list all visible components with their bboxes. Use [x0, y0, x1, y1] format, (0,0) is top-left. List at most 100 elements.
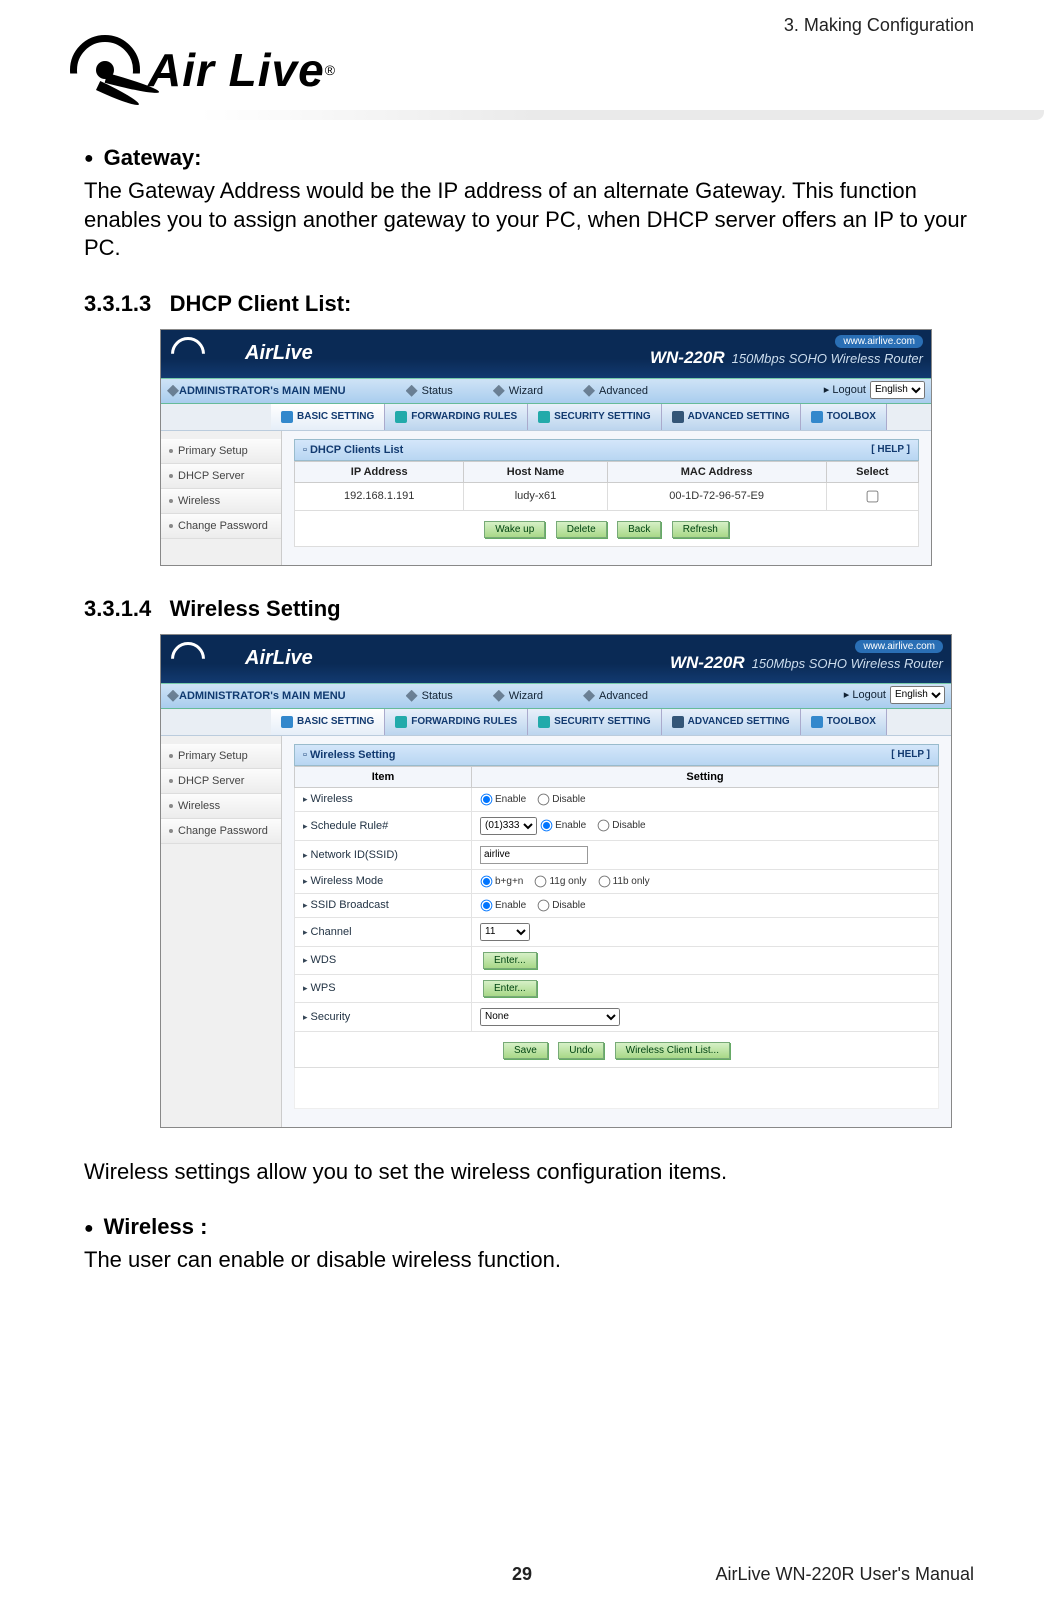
menu-wizard[interactable]: Wizard: [493, 690, 543, 702]
channel-select[interactable]: 11: [480, 923, 530, 941]
mode-11g-radio[interactable]: [535, 875, 547, 887]
bcast-disable-radio[interactable]: [538, 899, 550, 911]
tab-toolbox[interactable]: TOOLBOX: [801, 709, 887, 735]
menu-logout[interactable]: ▸ Logout: [844, 688, 886, 701]
wireless-screenshot: AirLive www.airlive.com WN-220R 150Mbps …: [160, 634, 952, 1128]
language-select[interactable]: English: [870, 381, 925, 399]
delete-button[interactable]: Delete: [556, 521, 607, 538]
security-select[interactable]: None: [480, 1008, 620, 1026]
mode-11b-radio[interactable]: [598, 875, 610, 887]
back-button[interactable]: Back: [617, 521, 661, 538]
sidebar-item-dhcp-server[interactable]: DHCP Server: [161, 464, 281, 489]
schedule-enable-option[interactable]: Enable: [540, 820, 586, 831]
tab-bar: BASIC SETTING FORWARDING RULES SECURITY …: [161, 404, 931, 431]
main-menu-bar: ADMINISTRATOR's MAIN MENU Status Wizard …: [161, 683, 951, 709]
main-menu-bar: ADMINISTRATOR's MAIN MENU Status Wizard …: [161, 378, 931, 404]
wps-enter-button[interactable]: Enter...: [483, 980, 537, 997]
toolbox-icon: [811, 716, 823, 728]
logo-arc-icon: [70, 35, 140, 105]
brand-logo: Air Live ®: [70, 35, 974, 105]
table-row: 192.168.1.191 ludy-x61 00-1D-72-96-57-E9: [295, 482, 919, 510]
ssid-input[interactable]: [480, 846, 588, 864]
bcast-disable-option[interactable]: Disable: [537, 900, 585, 911]
sidebar-item-dhcp-server[interactable]: DHCP Server: [161, 769, 281, 794]
registered-mark: ®: [325, 62, 335, 78]
help-link[interactable]: [ HELP ]: [871, 444, 910, 455]
refresh-button[interactable]: Refresh: [672, 521, 729, 538]
advsetting-icon: [672, 716, 684, 728]
wizard-icon: [493, 690, 505, 702]
language-select[interactable]: English: [890, 686, 945, 704]
tab-security-setting[interactable]: SECURITY SETTING: [528, 709, 662, 735]
menu-advanced[interactable]: Advanced: [583, 690, 648, 702]
save-button[interactable]: Save: [503, 1042, 548, 1059]
wireless-bullet-text: The user can enable or disable wireless …: [84, 1246, 974, 1275]
gateway-description: The Gateway Address would be the IP addr…: [84, 177, 974, 263]
menu-logout[interactable]: ▸ Logout: [824, 383, 866, 396]
cell-mac: 00-1D-72-96-57-E9: [607, 482, 826, 510]
menu-status[interactable]: Status: [406, 690, 453, 702]
schedule-disable-radio[interactable]: [598, 820, 610, 832]
tab-toolbox[interactable]: TOOLBOX: [801, 404, 887, 430]
row-channel-label: Channel: [295, 917, 472, 946]
brand-url: www.airlive.com: [835, 335, 923, 348]
col-host: Host Name: [464, 461, 607, 482]
schedule-rule-select[interactable]: (01)333: [480, 817, 537, 835]
menu-status[interactable]: Status: [406, 385, 453, 397]
gateway-heading: Gateway:: [84, 145, 974, 171]
bcast-enable-radio[interactable]: [481, 899, 493, 911]
tab-forwarding-rules[interactable]: FORWARDING RULES: [385, 404, 528, 430]
mode-11g-option[interactable]: 11g only: [534, 876, 586, 887]
wireless-client-list-button[interactable]: Wireless Client List...: [615, 1042, 730, 1059]
tab-forwarding-rules[interactable]: FORWARDING RULES: [385, 709, 528, 735]
status-icon: [406, 690, 418, 702]
main-menu-title: ADMINISTRATOR's MAIN MENU: [179, 690, 346, 702]
mode-bgn-radio[interactable]: [481, 875, 493, 887]
sidebar-item-primary-setup[interactable]: Primary Setup: [161, 744, 281, 769]
dhcp-screenshot: AirLive www.airlive.com WN-220R 150Mbps …: [160, 329, 932, 566]
schedule-enable-radio[interactable]: [541, 820, 553, 832]
row-select-checkbox[interactable]: [867, 490, 879, 502]
security-icon: [538, 411, 550, 423]
section-dhcp-heading: 3.3.1.3 DHCP Client List:: [84, 291, 974, 317]
mode-11b-option[interactable]: 11b only: [598, 876, 650, 887]
wireless-disable-radio[interactable]: [538, 793, 550, 805]
bcast-enable-option[interactable]: Enable: [480, 900, 526, 911]
row-wds-label: WDS: [295, 946, 472, 974]
manual-title: AirLive WN-220R User's Manual: [715, 1564, 974, 1585]
dhcp-clients-table: IP Address Host Name MAC Address Select …: [294, 461, 919, 511]
advsetting-icon: [672, 411, 684, 423]
sidebar-item-primary-setup[interactable]: Primary Setup: [161, 439, 281, 464]
tab-basic-setting[interactable]: BASIC SETTING: [271, 709, 385, 735]
mini-logo-icon: [171, 642, 205, 676]
sidebar-item-change-password[interactable]: Change Password: [161, 819, 281, 844]
help-link[interactable]: [ HELP ]: [891, 749, 930, 760]
sidebar: Primary Setup DHCP Server Wireless Chang…: [161, 736, 282, 1127]
wakeup-button[interactable]: Wake up: [484, 521, 545, 538]
sidebar-item-change-password[interactable]: Change Password: [161, 514, 281, 539]
sidebar-item-wireless[interactable]: Wireless: [161, 489, 281, 514]
wireless-enable-radio[interactable]: [481, 793, 493, 805]
row-security-label: Security: [295, 1002, 472, 1031]
wireless-disable-option[interactable]: Disable: [537, 794, 585, 805]
schedule-disable-option[interactable]: Disable: [597, 820, 645, 831]
menu-wizard[interactable]: Wizard: [493, 385, 543, 397]
dhcp-button-row: Wake up Delete Back Refresh: [294, 511, 919, 547]
tab-advanced-setting[interactable]: ADVANCED SETTING: [662, 404, 801, 430]
col-select: Select: [826, 461, 918, 482]
sidebar-item-wireless[interactable]: Wireless: [161, 794, 281, 819]
mode-bgn-option[interactable]: b+g+n: [480, 876, 523, 887]
menu-advanced[interactable]: Advanced: [583, 385, 648, 397]
wds-enter-button[interactable]: Enter...: [483, 952, 537, 969]
tab-security-setting[interactable]: SECURITY SETTING: [528, 404, 662, 430]
brand-text: Air Live: [148, 43, 325, 97]
mini-logo-icon: [171, 337, 205, 371]
tab-basic-setting[interactable]: BASIC SETTING: [271, 404, 385, 430]
cell-ip: 192.168.1.191: [295, 482, 464, 510]
undo-button[interactable]: Undo: [558, 1042, 604, 1059]
row-wireless-label: Wireless: [295, 787, 472, 811]
row-ssid-label: Network ID(SSID): [295, 840, 472, 869]
tab-advanced-setting[interactable]: ADVANCED SETTING: [662, 709, 801, 735]
model-desc: 150Mbps SOHO Wireless Router: [732, 351, 923, 366]
wireless-enable-option[interactable]: Enable: [480, 794, 526, 805]
